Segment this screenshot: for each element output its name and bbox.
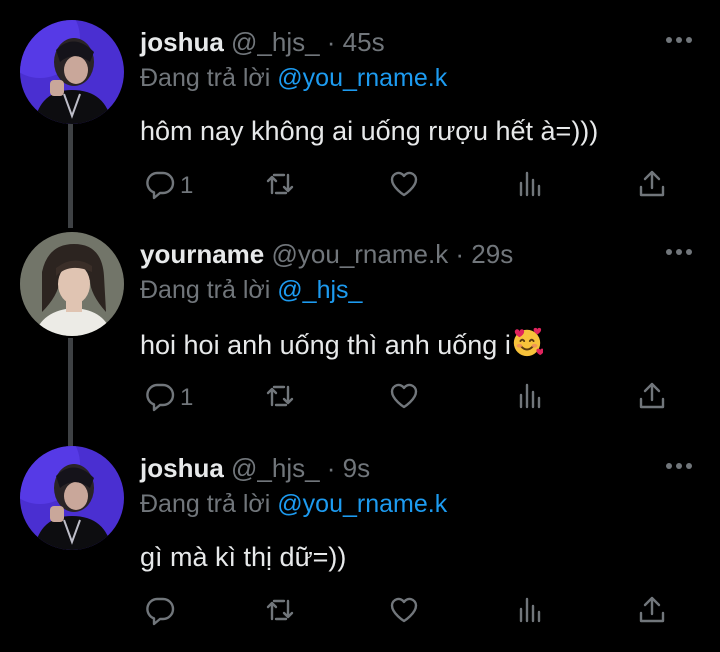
share-icon <box>636 168 668 205</box>
like-icon <box>388 380 420 417</box>
reply-prefix: Đang trả lời <box>140 64 271 92</box>
like-button[interactable] <box>388 166 420 206</box>
more-icon[interactable] <box>662 456 696 476</box>
reply-button[interactable] <box>144 592 180 632</box>
replying-to: Đang trả lời @_hjs_ <box>140 274 362 306</box>
reply-button[interactable]: 1 <box>144 166 193 206</box>
reply-mention[interactable]: @_hjs_ <box>277 276 362 304</box>
more-icon[interactable] <box>662 242 696 262</box>
share-button[interactable] <box>636 166 668 206</box>
reply-mention[interactable]: @you_rname.k <box>277 64 447 92</box>
reply-icon <box>144 168 176 205</box>
tweet-actions: 1 <box>140 166 700 206</box>
stats-button[interactable] <box>514 592 546 632</box>
tweet-text: gì mà kì thị dữ=)) <box>140 542 347 572</box>
reply-count: 1 <box>180 172 194 199</box>
replying-to: Đang trả lời @you_rname.k <box>140 62 447 94</box>
share-icon <box>636 594 668 631</box>
user-avatar[interactable] <box>20 232 124 336</box>
tweet-text: hôm nay không ai uống rượu hết à=))) <box>140 116 599 146</box>
smiling-face-with-hearts-icon <box>511 326 544 366</box>
like-icon <box>388 168 420 205</box>
display-name[interactable]: yourname <box>140 239 264 269</box>
like-button[interactable] <box>388 592 420 632</box>
replying-to: Đang trả lời @you_rname.k <box>140 488 447 520</box>
tweet-header: joshua @_hjs_ · 9s <box>140 452 370 484</box>
reply-mention[interactable]: @you_rname.k <box>277 490 447 518</box>
tweet[interactable]: joshua @_hjs_ · 45s Đang trả lời @you_rn… <box>0 20 720 210</box>
display-name[interactable]: joshua <box>140 27 224 57</box>
share-button[interactable] <box>636 592 668 632</box>
retweet-button[interactable] <box>264 592 296 632</box>
reply-icon <box>144 594 176 631</box>
retweet-button[interactable] <box>264 378 296 418</box>
tweet-actions <box>140 592 700 632</box>
retweet-icon <box>264 380 296 417</box>
stats-button[interactable] <box>514 378 546 418</box>
tweet[interactable]: yourname @you_rname.k · 29s Đang trả lời… <box>0 232 720 422</box>
reply-icon <box>144 380 176 417</box>
handle-and-time: @_hjs_ · 45s <box>231 27 385 57</box>
tweet-header: joshua @_hjs_ · 45s <box>140 26 385 58</box>
tweet-text-content: hoi hoi anh uống thì anh uống i <box>140 330 511 360</box>
stats-icon <box>514 380 546 417</box>
retweet-icon <box>264 168 296 205</box>
tweet-text: hoi hoi anh uống thì anh uống i <box>140 326 544 366</box>
user-avatar[interactable] <box>20 20 124 124</box>
tweet-actions: 1 <box>140 378 700 418</box>
reply-prefix: Đang trả lời <box>140 276 271 304</box>
like-icon <box>388 594 420 631</box>
handle-and-time: @you_rname.k · 29s <box>271 239 514 269</box>
handle-and-time: @_hjs_ · 9s <box>231 453 371 483</box>
display-name[interactable]: joshua <box>140 453 224 483</box>
reply-prefix: Đang trả lời <box>140 490 271 518</box>
more-icon[interactable] <box>662 30 696 50</box>
stats-icon <box>514 594 546 631</box>
tweet-header: yourname @you_rname.k · 29s <box>140 238 513 270</box>
reply-count: 1 <box>180 384 194 411</box>
tweet[interactable]: joshua @_hjs_ · 9s Đang trả lời @you_rna… <box>0 446 720 636</box>
share-icon <box>636 380 668 417</box>
stats-icon <box>514 168 546 205</box>
user-avatar[interactable] <box>20 446 124 550</box>
like-button[interactable] <box>388 378 420 418</box>
retweet-button[interactable] <box>264 166 296 206</box>
reply-button[interactable]: 1 <box>144 378 193 418</box>
retweet-icon <box>264 594 296 631</box>
share-button[interactable] <box>636 378 668 418</box>
stats-button[interactable] <box>514 166 546 206</box>
